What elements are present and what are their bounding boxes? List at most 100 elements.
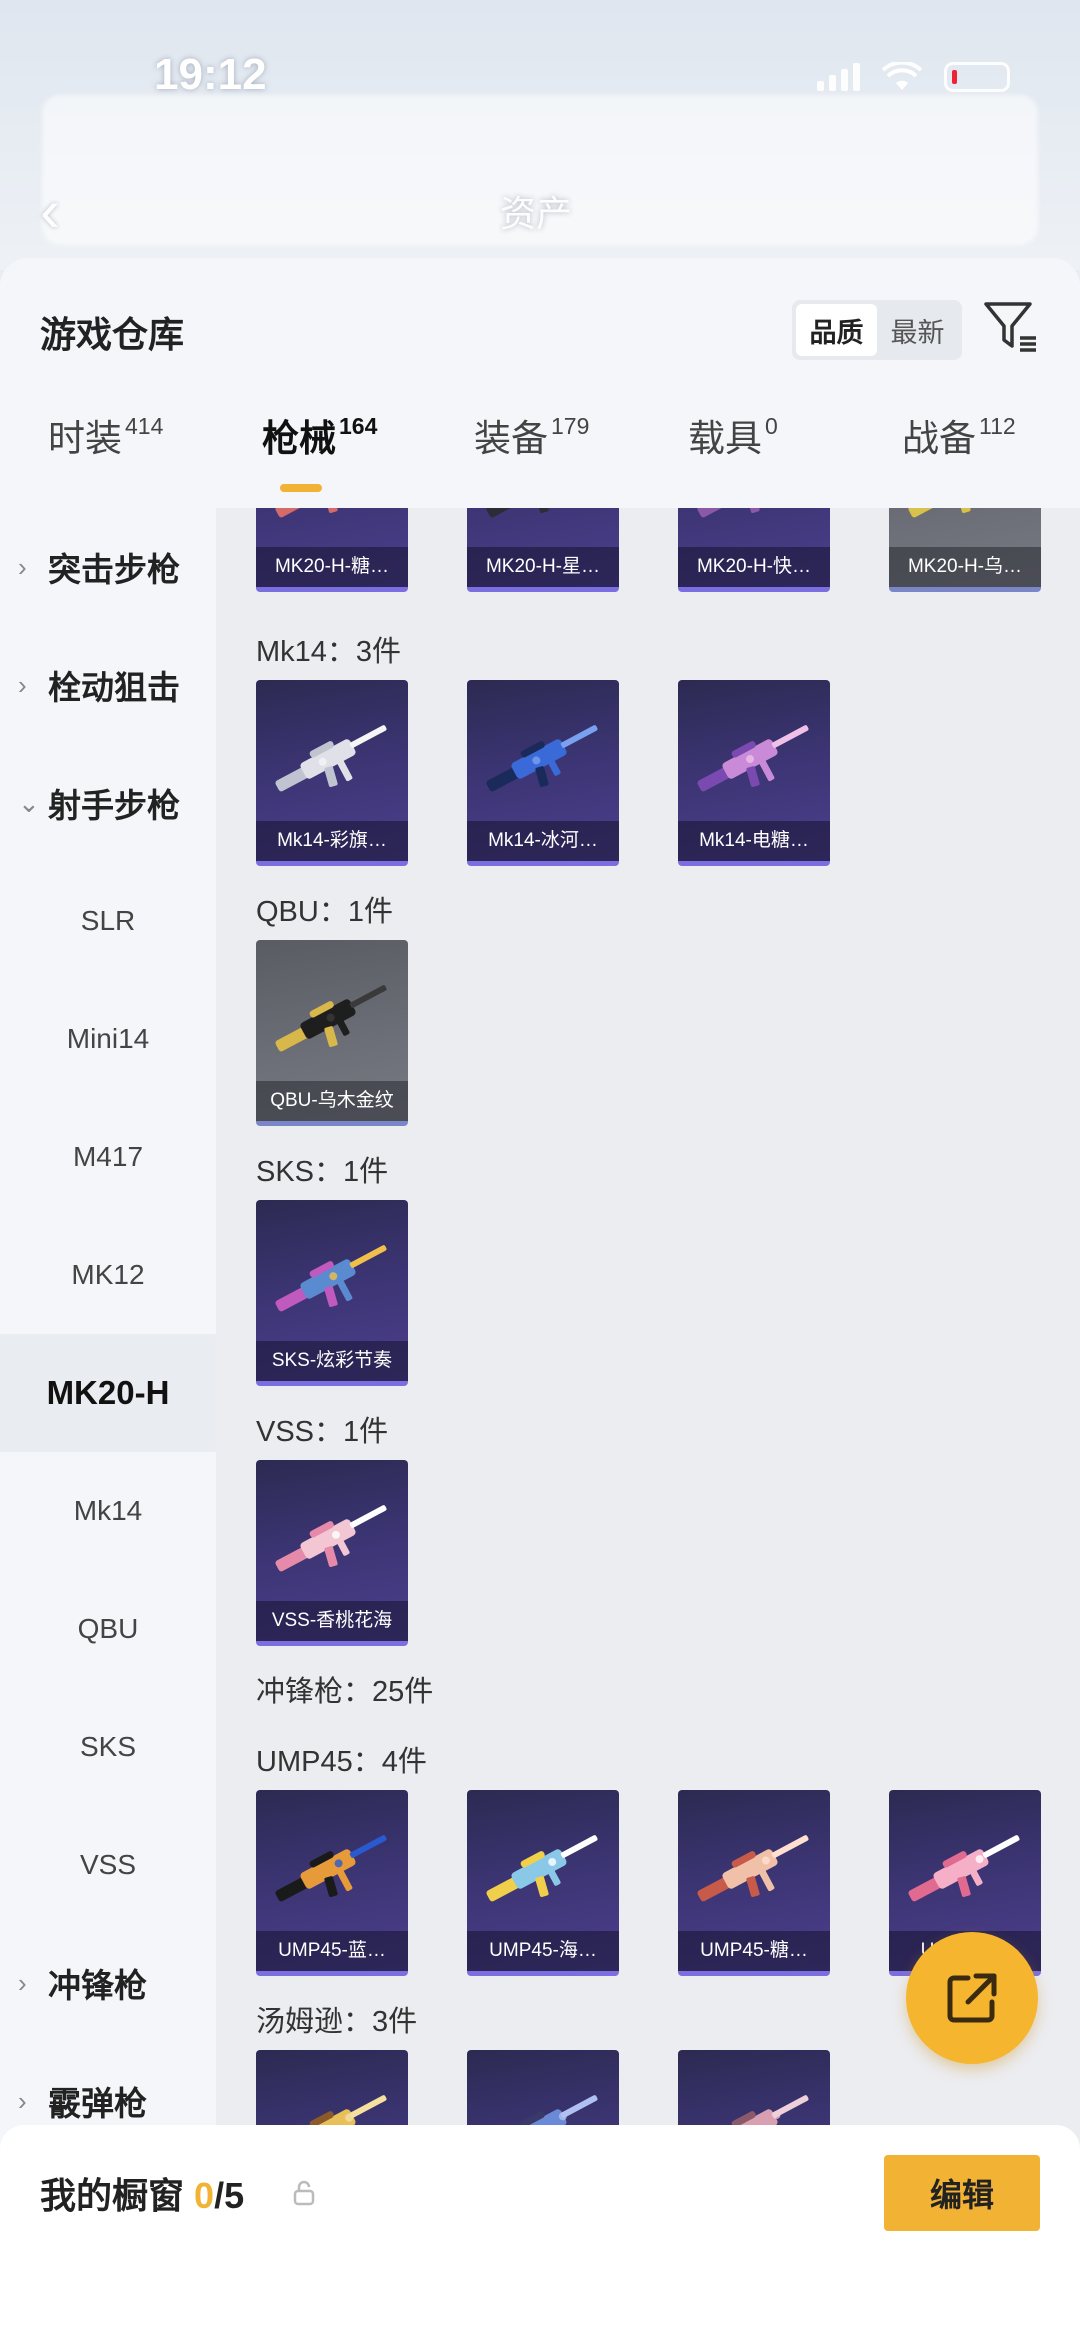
weapon-card[interactable]: MK20-H-乌…: [889, 508, 1041, 592]
nav-label: QBU: [77, 1613, 139, 1644]
weapon-card[interactable]: QBU-乌木金纹: [256, 940, 408, 1126]
nav-label: 冲锋枪: [48, 1967, 147, 2004]
weapon-group-label: 汤姆逊：3件: [256, 2006, 418, 2038]
weapon-card-name: MK20-H-乌…: [889, 547, 1041, 587]
weapon-card[interactable]: UMP45-海…: [467, 1790, 619, 1976]
weapon-card-name: MK20-H-快…: [678, 547, 830, 587]
tab-supplies[interactable]: 战备 112: [902, 408, 1016, 462]
nav-label: Mini14: [66, 1023, 150, 1054]
showcase-bar: 我的橱窗 0/5 编辑: [0, 2125, 1080, 2347]
weapon-skin-image: [275, 985, 387, 1052]
weapon-card-name: Mk14-彩旗…: [256, 821, 408, 861]
nav-label: 霰弹枪: [48, 2085, 147, 2122]
sheet-title: 游戏仓库: [40, 314, 185, 355]
showcase-label: 我的橱窗 0/5: [40, 2175, 245, 2216]
weapon-card-name: UMP45-海…: [467, 1931, 619, 1971]
nav-label: Mk14: [73, 1495, 143, 1526]
weapon-group-label: QBU：1件: [256, 896, 393, 928]
weapon-group-label: UMP45：4件: [256, 1746, 427, 1778]
weapon-skin-image: [275, 1835, 387, 1902]
chevron-down-icon: ⌄: [18, 787, 40, 818]
background-header: 19:12 ‹ 资产: [0, 0, 1080, 270]
filter-icon[interactable]: [982, 298, 1040, 356]
weapon-card-name: MK20-H-糖…: [256, 547, 408, 587]
nav-label: VSS: [79, 1849, 137, 1880]
weapon-card-name: MK20-H-星…: [467, 547, 619, 587]
status-icons: [817, 62, 1010, 92]
weapon-skin-image: [486, 1835, 598, 1902]
tab-vehicles[interactable]: 载具 0: [688, 408, 778, 462]
weapon-group-label: SKS：1件: [256, 1156, 389, 1188]
weapon-card-name: UMP45-蓝…: [256, 1931, 408, 1971]
sort-newest-button[interactable]: 最新: [877, 304, 958, 356]
nav-subitem[interactable]: SLR: [0, 862, 216, 980]
lock-icon: [293, 2180, 315, 2206]
chevron-right-icon: ›: [18, 2085, 27, 2116]
weapon-skin-image: [697, 1835, 809, 1902]
nav-label: 射手步枪: [48, 787, 180, 824]
nav-category[interactable]: › 冲锋枪: [0, 1924, 216, 2042]
weapon-card[interactable]: MK20-H-星…: [467, 508, 619, 592]
showcase-count: 0: [194, 2175, 215, 2216]
weapon-card[interactable]: Mk14-电糖…: [678, 680, 830, 866]
active-tab-indicator: [280, 484, 322, 492]
sheet-header: 游戏仓库 品质 最新 时装 414 枪械 164 装备 179 载具 0 战备 112: [0, 258, 1080, 508]
nav-subitem[interactable]: MK20-H: [0, 1334, 216, 1452]
sort-toggle: 品质 最新: [792, 300, 962, 360]
nav-subitem[interactable]: M417: [0, 1098, 216, 1216]
weapon-skin-image: [275, 725, 387, 792]
share-icon: [947, 1973, 997, 2023]
nav-category[interactable]: ⌄ 射手步枪: [0, 744, 216, 862]
weapon-card[interactable]: Mk14-彩旗…: [256, 680, 408, 866]
nav-label: SLR: [80, 905, 136, 936]
weapon-card[interactable]: Mk14-冰河…: [467, 680, 619, 866]
nav-label: M417: [72, 1141, 144, 1172]
weapon-card[interactable]: UMP45-糖…: [678, 1790, 830, 1976]
chevron-right-icon: ›: [18, 1967, 27, 1998]
weapon-card[interactable]: MK20-H-糖…: [256, 508, 408, 592]
nav-subitem[interactable]: Mk14: [0, 1452, 216, 1570]
weapon-skin-image: [908, 508, 971, 518]
weapon-card-name: UMP45-糖…: [678, 1931, 830, 1971]
chevron-right-icon: ›: [18, 551, 27, 582]
tab-firearms[interactable]: 枪械 164: [262, 408, 377, 462]
weapon-skin-image: [697, 508, 760, 518]
weapon-type-nav: › 突击步枪 › 栓动狙击 ⌄ 射手步枪 SLR Mini14 M417 MK12 MK20-H Mk…: [0, 508, 216, 2347]
nav-label: MK12: [71, 1259, 145, 1290]
nav-category[interactable]: › 突击步枪: [0, 508, 216, 626]
weapon-card[interactable]: UMP45-蓝…: [256, 1790, 408, 1976]
weapon-card[interactable]: SKS-炫彩节奏: [256, 1200, 408, 1386]
chevron-right-icon: ›: [18, 669, 27, 700]
sort-quality-button[interactable]: 品质: [796, 304, 877, 356]
nav-subitem[interactable]: QBU: [0, 1570, 216, 1688]
back-icon[interactable]: ‹: [40, 176, 60, 245]
weapon-skin-image: [275, 1505, 387, 1572]
nav-subitem[interactable]: SKS: [0, 1688, 216, 1806]
wifi-icon: [882, 62, 922, 90]
share-button[interactable]: [906, 1932, 1038, 2064]
tab-equipment[interactable]: 装备 179: [474, 408, 589, 462]
nav-label: SKS: [79, 1731, 137, 1762]
nav-subitem[interactable]: Mini14: [0, 980, 216, 1098]
status-bar: 19:12: [0, 0, 1080, 130]
weapon-card-name: Mk14-电糖…: [678, 821, 830, 861]
weapon-card[interactable]: MK20-H-快…: [678, 508, 830, 592]
weapon-group-label: Mk14：3件: [256, 636, 402, 668]
status-time: 19:12: [154, 50, 267, 99]
weapon-skin-image: [697, 725, 809, 792]
tab-fashion[interactable]: 时装 414: [48, 408, 163, 462]
edit-button[interactable]: 编辑: [884, 2155, 1040, 2231]
weapon-skin-image: [908, 1835, 1020, 1902]
nav-subitem[interactable]: MK12: [0, 1216, 216, 1334]
weapon-card[interactable]: VSS-香桃花海: [256, 1460, 408, 1646]
weapon-card-name: VSS-香桃花海: [256, 1601, 408, 1641]
nav-label: 栓动狙击: [48, 669, 180, 706]
signal-icon: [817, 63, 860, 91]
weapon-skin-image: [275, 508, 338, 518]
weapon-skin-image: [486, 508, 549, 518]
battery-icon: [944, 62, 1010, 92]
weapon-group-label: 冲锋枪：25件: [256, 1676, 434, 1708]
nav-category[interactable]: › 栓动狙击: [0, 626, 216, 744]
nav-subitem[interactable]: VSS: [0, 1806, 216, 1924]
weapon-skin-image: [486, 725, 598, 792]
